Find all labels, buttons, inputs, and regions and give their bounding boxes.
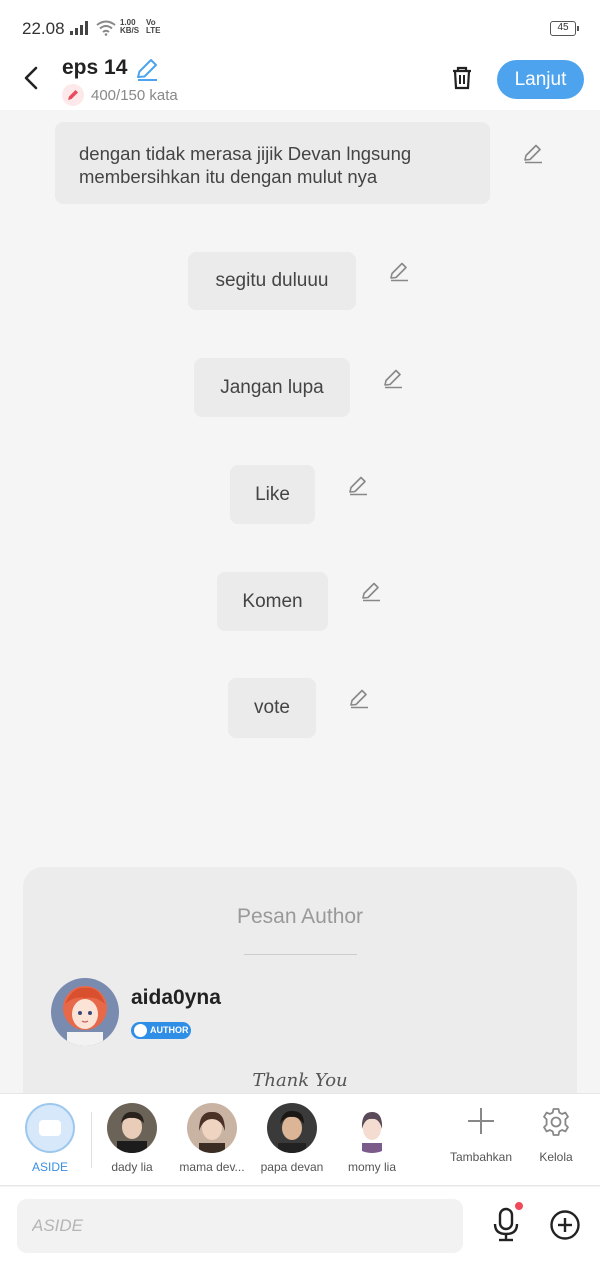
chat-content[interactable]: dengan tidak merasa jijik Devan lngsung … (0, 110, 600, 1093)
edit-message-icon[interactable] (388, 260, 410, 282)
recording-indicator (515, 1202, 523, 1210)
message-bubble[interactable]: Komen (217, 572, 328, 631)
author-badge: AUTHOR (131, 1022, 191, 1039)
character-bar: ASIDE dady lia mama dev... papa devan mo… (0, 1093, 600, 1186)
next-button[interactable]: Lanjut (497, 60, 584, 99)
message-bubble[interactable]: vote (228, 678, 316, 738)
add-character-label: Tambahkan (449, 1150, 513, 1164)
manage-characters-button[interactable]: Kelola (516, 1106, 596, 1164)
author-message: Thank You (252, 1070, 348, 1091)
author-username: aida0yna (131, 986, 221, 1009)
plus-icon (468, 1108, 494, 1134)
character-item[interactable]: papa devan (252, 1103, 332, 1174)
message-bubble[interactable]: segitu duluuu (188, 252, 356, 310)
author-avatar[interactable] (51, 978, 119, 1046)
edit-message-icon[interactable] (522, 142, 544, 164)
edit-message-icon[interactable] (347, 474, 369, 496)
author-message-card: Pesan Author aida0yna AUTHOR Thank You (23, 867, 577, 1093)
character-item[interactable]: mama dev... (172, 1103, 252, 1174)
microphone-icon[interactable] (489, 1205, 523, 1243)
character-label: mama dev... (179, 1160, 245, 1174)
add-plus-icon[interactable] (549, 1209, 581, 1241)
character-item[interactable]: momy lia (332, 1103, 412, 1174)
edit-message-icon[interactable] (382, 367, 404, 389)
author-badge-icon (134, 1024, 147, 1037)
character-avatar (107, 1103, 157, 1153)
trash-icon[interactable] (448, 64, 476, 92)
character-label: papa devan (260, 1160, 324, 1174)
wifi-icon (96, 20, 116, 36)
author-card-heading: Pesan Author (236, 905, 364, 928)
signal-icon (70, 21, 88, 35)
character-avatar (347, 1103, 397, 1153)
character-label: dady lia (111, 1160, 153, 1174)
gear-icon (543, 1108, 569, 1136)
character-avatar (267, 1103, 317, 1153)
edit-message-icon[interactable] (348, 687, 370, 709)
word-count-pencil-icon (62, 84, 84, 106)
episode-title[interactable]: eps 14 (62, 56, 127, 80)
manage-characters-label: Kelola (539, 1150, 573, 1164)
character-item[interactable]: dady lia (92, 1103, 172, 1174)
composer (0, 1187, 600, 1267)
character-aside[interactable]: ASIDE (10, 1103, 90, 1174)
character-avatar (187, 1103, 237, 1153)
edit-title-icon[interactable] (134, 56, 160, 82)
network-speed: 1.00 KB/S (120, 18, 140, 35)
aside-icon (25, 1103, 75, 1153)
back-arrow-icon[interactable] (20, 64, 44, 92)
word-count: 400/150 kata (91, 87, 178, 104)
divider (244, 954, 357, 955)
message-bubble[interactable]: dengan tidak merasa jijik Devan lngsung … (55, 122, 490, 204)
editor-header: eps 14 400/150 kata Lanjut (0, 50, 600, 110)
edit-message-icon[interactable] (360, 580, 382, 602)
character-label: momy lia (347, 1160, 396, 1174)
battery-indicator: 45 (550, 21, 579, 36)
add-character-button[interactable]: Tambahkan (441, 1106, 521, 1164)
character-label: ASIDE (31, 1160, 68, 1174)
message-bubble[interactable]: Like (230, 465, 315, 524)
status-time: 22.08 (22, 19, 65, 38)
message-bubble[interactable]: Jangan lupa (194, 358, 350, 417)
message-input[interactable] (17, 1199, 463, 1253)
volte-indicator: Vo LTE (146, 18, 161, 35)
